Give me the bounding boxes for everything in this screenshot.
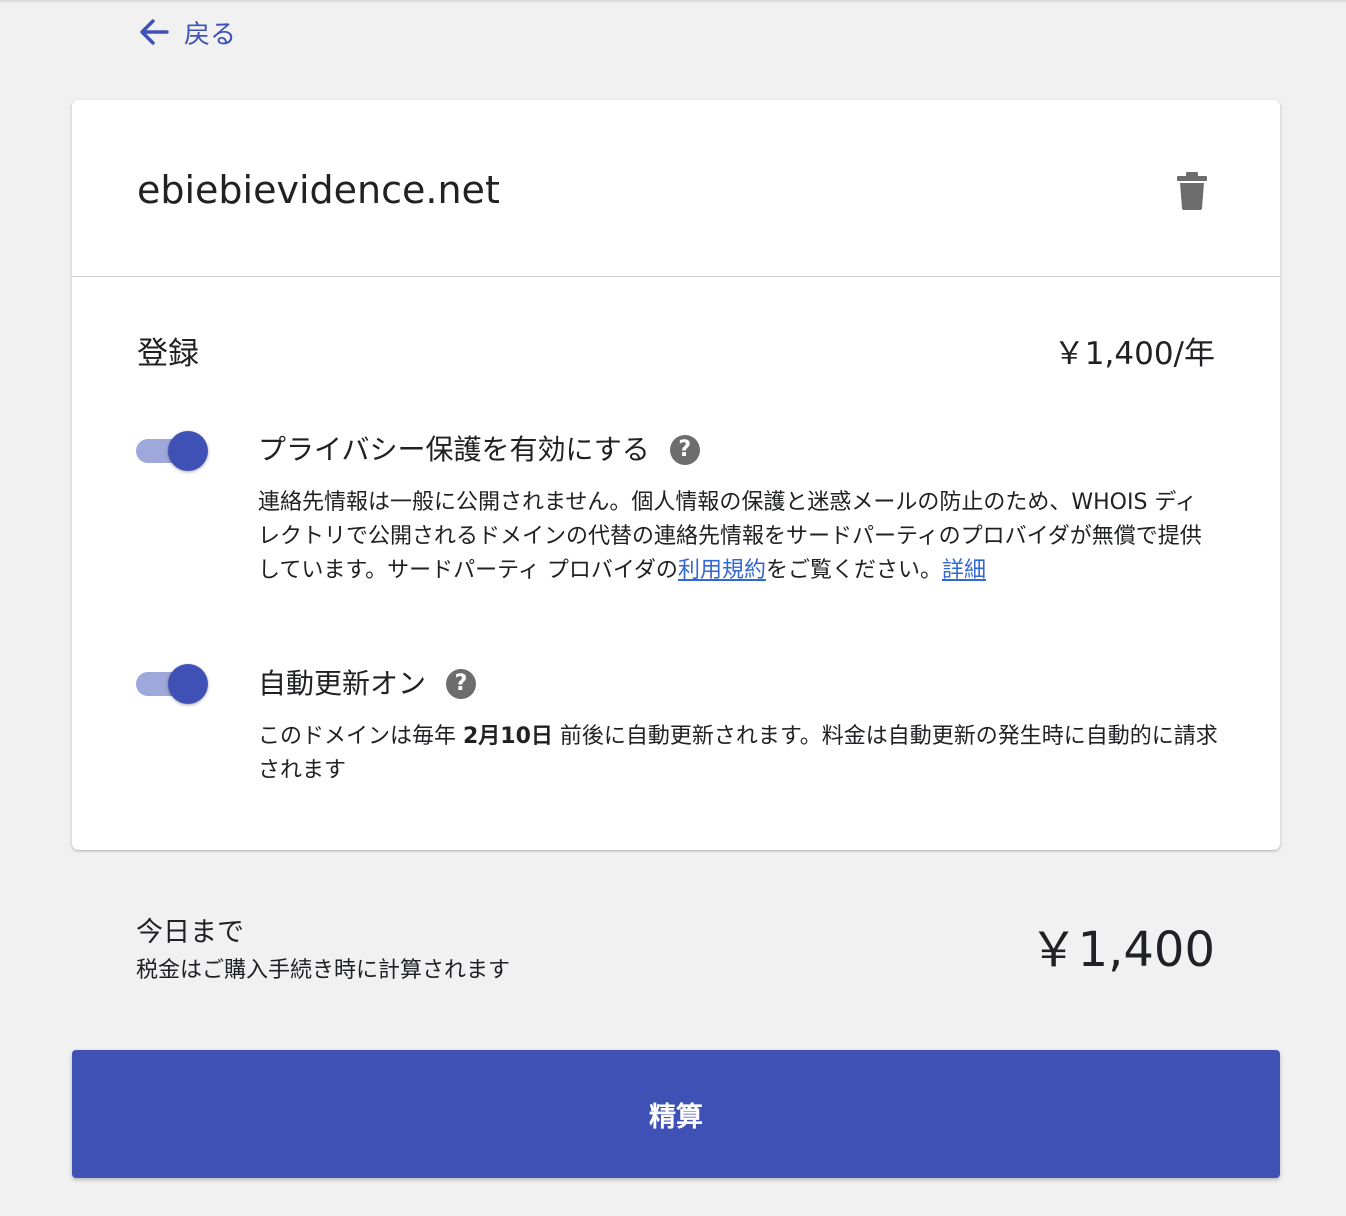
privacy-toggle-thumb (168, 431, 208, 471)
card-header: ebiebievidence.net (72, 100, 1280, 277)
tax-note: 税金はご購入手続き時に計算されます (136, 958, 511, 983)
domain-card: ebiebievidence.net 登録 ￥1,400/年 プライバシー保護を… (72, 100, 1280, 850)
help-icon[interactable]: ? (669, 435, 700, 465)
privacy-desc-text-2: をご覧ください。 (765, 558, 942, 583)
auto-renew-description: このドメインは毎年 2月10日 前後に自動更新されます。料金は自動更新の発生時に… (258, 720, 1218, 788)
today-label: 今日まで (136, 917, 244, 948)
renew-date: 2月10日 (463, 724, 553, 749)
checkout-label: 精算 (649, 1101, 703, 1133)
privacy-title-row: プライバシー保護を有効にする ? (258, 430, 700, 470)
checkout-button[interactable]: 精算 (72, 1050, 1280, 1178)
trash-icon (1172, 172, 1212, 216)
auto-renew-toggle[interactable] (136, 662, 210, 706)
auto-renew-title-row: 自動更新オン ? (258, 664, 477, 704)
terms-link[interactable]: 利用規約 (678, 558, 766, 583)
arrow-left-icon (136, 14, 172, 50)
back-link[interactable]: 戻る (136, 14, 236, 50)
help-icon[interactable]: ? (446, 669, 477, 699)
privacy-title: プライバシー保護を有効にする (258, 433, 650, 466)
auto-renew-toggle-thumb (168, 664, 208, 704)
delete-domain-button[interactable] (1172, 168, 1212, 212)
back-label: 戻る (184, 19, 237, 50)
total-price: ￥1,400 (1029, 922, 1215, 978)
registration-price: ￥1,400/年 (1053, 336, 1215, 372)
auto-renew-title: 自動更新オン (258, 667, 427, 700)
registration-label: 登録 (137, 336, 199, 372)
domain-name: ebiebievidence.net (137, 168, 500, 212)
top-edge-shadow (0, 0, 1346, 4)
privacy-description: 連絡先情報は一般に公開されません。個人情報の保護と迷惑メールの防止のため、WHO… (258, 486, 1218, 588)
details-link[interactable]: 詳細 (942, 558, 986, 583)
auto-renew-desc-text: このドメインは毎年 (258, 724, 463, 749)
privacy-toggle[interactable] (136, 429, 210, 473)
